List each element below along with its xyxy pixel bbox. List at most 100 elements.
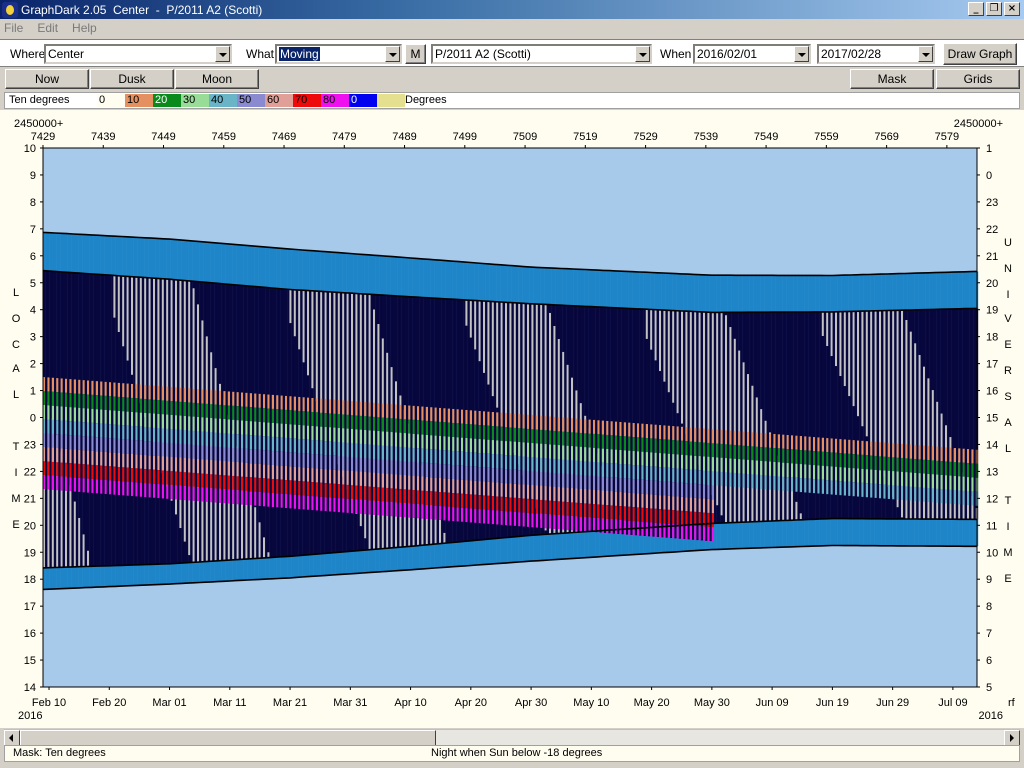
altitude-band-column [604,476,607,491]
m-button[interactable]: M [405,44,426,64]
altitude-band-column [307,411,310,426]
grids-button[interactable]: Grids [936,69,1020,89]
minimize-icon[interactable]: _ [968,2,984,16]
altitude-band-column [665,453,668,468]
altitude-band-column [76,435,79,450]
altitude-band-column [124,383,127,398]
altitude-band-column [269,422,272,437]
graph-svg[interactable]: 2450000+ 2450000+7429 7439 7449 7459 7469 7479… [0,110,1024,728]
twilight-column [247,558,250,581]
twilight-column [612,529,616,556]
where-select[interactable]: Center [44,44,232,64]
altitude-legend: Ten degrees 0 10 20 30 40 50 60 70 80 0 Degrees [4,92,1020,109]
local-hour-label: 1 [30,386,36,398]
altitude-band-column [203,431,206,446]
altitude-band-column [311,440,314,455]
chevron-down-icon[interactable] [794,46,809,62]
altitude-band-column [401,447,404,462]
close-icon[interactable]: × [1004,2,1020,16]
twilight-column [780,520,783,548]
altitude-band-column [84,394,88,409]
altitude-band-column [142,454,145,469]
twilight-column [678,273,682,311]
twilight-column [784,520,787,548]
altitude-band-column [848,439,851,454]
twilight-column [318,251,321,292]
mask-button[interactable]: Mask [850,69,934,89]
menu-file[interactable]: File [4,21,23,35]
altitude-band-column [540,429,543,444]
altitude-band-column [285,480,288,495]
menu-help[interactable]: Help [72,21,97,35]
menu-edit[interactable]: Edit [37,21,58,35]
altitude-band-column [271,436,275,451]
altitude-band-column [47,419,50,434]
altitude-band-column [364,402,367,417]
altitude-band-column [709,485,712,500]
altitude-band-column [331,483,334,498]
scroll-left-icon[interactable] [4,730,20,746]
altitude-band-column [923,459,926,474]
twilight-column [683,273,686,312]
to-date-select[interactable]: 2017/02/28 [817,44,935,64]
altitude-band-column [254,407,257,422]
horizontal-scrollbar[interactable] [4,729,1020,746]
altitude-band-column [447,478,451,493]
altitude-band-column [241,462,244,477]
altitude-band-column [423,434,426,449]
altitude-band-column [634,493,638,508]
twilight-column [340,252,343,293]
altitude-band-column [331,469,334,484]
altitude-band-column [225,447,228,462]
altitude-band-column [265,422,268,437]
altitude-band-column [425,490,429,505]
scroll-thumb[interactable] [20,730,436,746]
altitude-band-column [491,510,495,525]
altitude-band-column [485,411,488,426]
altitude-band-column [729,472,732,487]
twilight-column [821,518,825,546]
now-button[interactable]: Now [5,69,89,89]
altitude-band-column [824,437,827,452]
moon-button[interactable]: Moon [175,69,259,89]
altitude-band-column [841,481,844,496]
altitude-band-column [274,409,277,424]
draw-graph-button[interactable]: Draw Graph [943,43,1017,65]
altitude-band-column [476,466,479,481]
what-select[interactable]: Moving [275,44,402,64]
altitude-band-column [720,429,723,444]
altitude-band-column [934,446,937,461]
altitude-band-column [953,448,957,463]
altitude-band-column [417,448,420,463]
chevron-down-icon[interactable] [215,46,230,62]
scroll-right-icon[interactable] [1004,730,1020,746]
altitude-band-column [546,514,550,529]
altitude-band-column [773,462,776,477]
darkness-graph[interactable]: 2450000+ 2450000+ 7429 7439 7449 7459 7469 7479… [0,110,1024,728]
object-select[interactable]: P/2011 A2 (Scotti) [431,44,652,64]
altitude-band-column [54,419,57,434]
altitude-band-column [582,475,585,490]
dusk-button[interactable]: Dusk [90,69,174,89]
twilight-column [71,233,74,273]
altitude-band-column [837,466,840,481]
altitude-band-column [126,467,129,482]
altitude-band-column [445,464,448,479]
altitude-band-column [747,473,750,488]
twilight-column [865,518,869,546]
twilight-column [287,556,290,578]
altitude-band-column [150,483,154,498]
restore-icon[interactable]: ❐ [986,2,1002,16]
twilight-column [947,272,950,310]
chevron-down-icon[interactable] [918,46,933,62]
chevron-down-icon[interactable] [385,46,400,62]
chevron-down-icon[interactable] [635,46,650,62]
altitude-band-column [346,456,349,471]
altitude-band-column [87,464,90,479]
altitude-band-column [923,473,926,488]
altitude-band-column [456,479,459,494]
altitude-band-column [69,463,72,478]
altitude-band-column [454,423,457,438]
from-date-select[interactable]: 2016/02/01 [693,44,811,64]
status-night: Night when Sun below -18 degrees [431,747,603,759]
